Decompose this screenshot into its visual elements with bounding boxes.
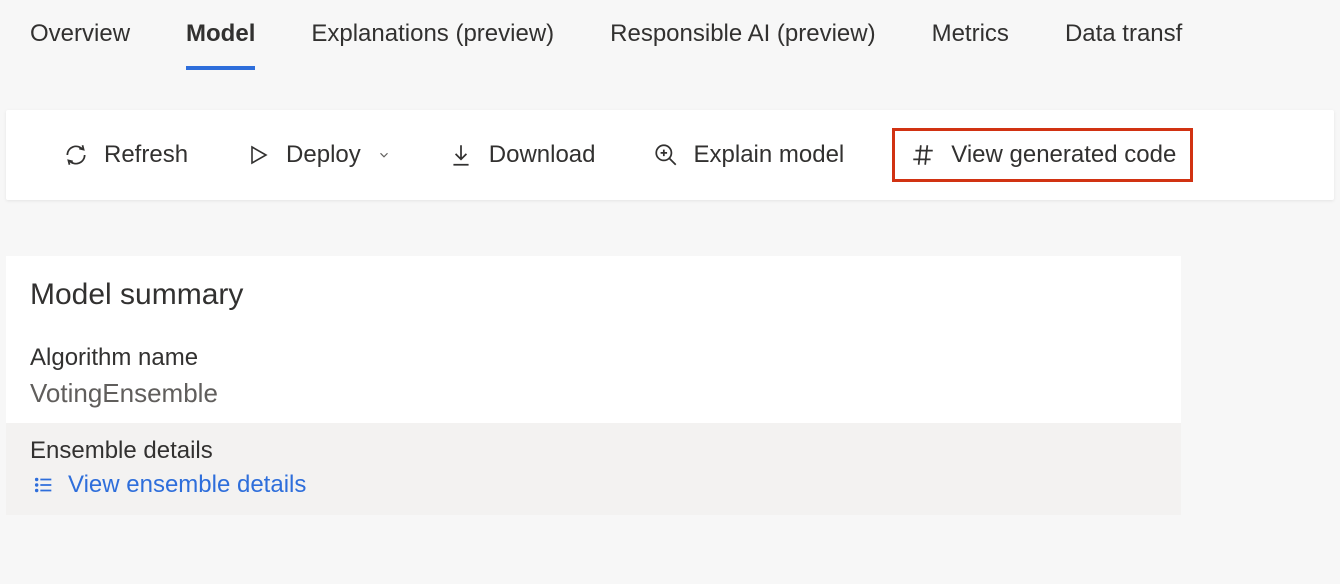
tab-data-transf[interactable]: Data transf (1065, 20, 1182, 70)
deploy-button[interactable]: Deploy (236, 135, 399, 175)
explain-model-button[interactable]: Explain model (644, 135, 853, 175)
toolbar: Refresh Deploy Download Ex (6, 110, 1334, 200)
tab-overview[interactable]: Overview (30, 20, 130, 70)
refresh-icon (62, 141, 90, 169)
tab-explanations[interactable]: Explanations (preview) (311, 20, 554, 70)
tab-bar: Overview Model Explanations (preview) Re… (0, 0, 1340, 70)
algorithm-name-row: Algorithm name VotingEnsemble (6, 330, 1181, 423)
refresh-label: Refresh (104, 141, 188, 169)
view-generated-code-button[interactable]: View generated code (892, 128, 1193, 182)
hash-icon (909, 141, 937, 169)
view-code-label: View generated code (951, 141, 1176, 169)
ensemble-details-row: Ensemble details View ensemble details (6, 423, 1181, 515)
chevron-down-icon (377, 148, 391, 162)
deploy-label: Deploy (286, 141, 361, 169)
ensemble-details-label: Ensemble details (30, 437, 1157, 465)
download-button[interactable]: Download (439, 135, 604, 175)
download-label: Download (489, 141, 596, 169)
download-icon (447, 141, 475, 169)
view-ensemble-details-link[interactable]: View ensemble details (30, 471, 306, 499)
list-icon (30, 471, 58, 499)
ensemble-link-text: View ensemble details (68, 471, 306, 499)
tab-metrics[interactable]: Metrics (932, 20, 1009, 70)
model-summary-panel: Model summary Algorithm name VotingEnsem… (6, 256, 1181, 515)
refresh-button[interactable]: Refresh (54, 135, 196, 175)
tab-model[interactable]: Model (186, 20, 255, 70)
panel-title: Model summary (6, 256, 1181, 330)
play-icon (244, 141, 272, 169)
explain-label: Explain model (694, 141, 845, 169)
zoom-in-icon (652, 141, 680, 169)
algorithm-name-value: VotingEnsemble (30, 378, 1157, 409)
tab-responsible-ai[interactable]: Responsible AI (preview) (610, 20, 875, 70)
algorithm-name-label: Algorithm name (30, 344, 1157, 372)
